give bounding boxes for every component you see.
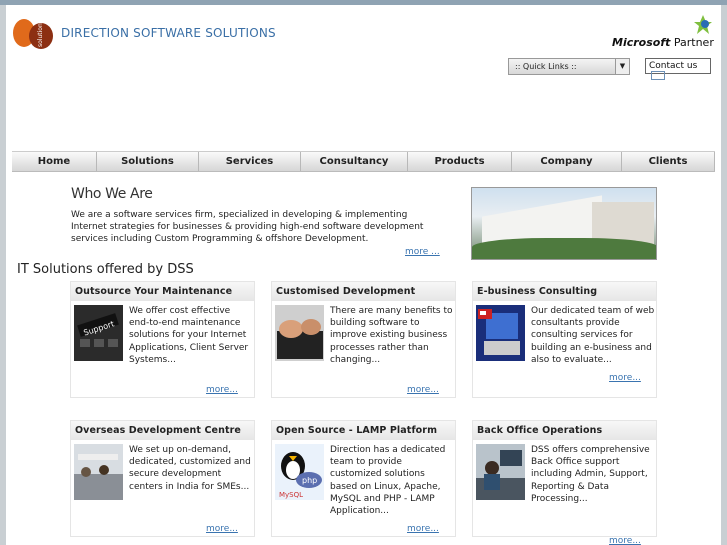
service-card: E-business Consulting Our dedicated team …: [472, 281, 657, 398]
nav-item-products[interactable]: Products: [408, 152, 512, 171]
quick-links-select[interactable]: :: Quick Links :: ▼: [508, 58, 630, 75]
card-title[interactable]: Open Source - LAMP Platform: [272, 421, 455, 440]
computer-flag-icon: [476, 305, 525, 361]
nav-item-company[interactable]: Company: [512, 152, 622, 171]
svg-text:php: php: [302, 476, 317, 485]
envelope-icon: [651, 71, 665, 80]
card-text: DSS offers comprehensive Back Office sup…: [531, 445, 650, 504]
left-frame: [0, 5, 6, 545]
card-text: We set up on-demand, dedicated, customiz…: [129, 445, 251, 492]
who-we-are-text: We are a software services firm, special…: [71, 210, 424, 244]
nav-item-consultancy[interactable]: Consultancy: [301, 152, 408, 171]
logo-text: solutions: [37, 20, 44, 47]
section-title: IT Solutions offered by DSS: [17, 262, 194, 277]
main-nav: Home Solutions Services Consultancy Products…: [12, 151, 715, 172]
card-text: We offer cost effective end-to-end maint…: [129, 306, 249, 365]
card-more-link[interactable]: more...: [609, 536, 641, 545]
service-card: Customised Development There are many ben…: [271, 281, 456, 398]
service-card: Outsource Your Maintenance Support We offe…: [70, 281, 255, 398]
service-card: Back Office Operations DSS offers compreh…: [472, 420, 657, 545]
card-more-link[interactable]: more...: [609, 373, 641, 383]
card-more-link[interactable]: more...: [407, 524, 439, 534]
typing-hands-icon: [275, 305, 324, 361]
support-keyboard-icon: Support: [74, 305, 123, 361]
back-office-workers-icon: [476, 444, 525, 500]
card-text: Direction has a dedicated team to provid…: [330, 445, 446, 517]
nav-item-solutions[interactable]: Solutions: [97, 152, 199, 171]
nav-item-services[interactable]: Services: [199, 152, 301, 171]
who-we-are-title: Who We Are: [71, 186, 153, 202]
brand-name: DIRECTION SOFTWARE SOLUTIONS: [61, 26, 276, 40]
linux-php-icon: php MySQL: [275, 444, 324, 500]
contact-us-button[interactable]: Contact us: [645, 58, 711, 80]
dropdown-arrow-icon: ▼: [615, 59, 629, 74]
right-frame: [721, 5, 727, 545]
microsoft-partner-label: Microsoft Partner: [612, 36, 714, 49]
card-title[interactable]: E-business Consulting: [473, 282, 656, 301]
card-title[interactable]: Customised Development: [272, 282, 455, 301]
who-we-are-more-link[interactable]: more ...: [405, 247, 440, 257]
office-building-image: [471, 187, 657, 260]
card-text: Our dedicated team of web consultants pr…: [531, 306, 655, 365]
office-team-icon: [74, 444, 123, 500]
card-more-link[interactable]: more...: [206, 385, 238, 395]
card-title[interactable]: Overseas Development Centre: [71, 421, 254, 440]
card-more-link[interactable]: more...: [407, 385, 439, 395]
card-title[interactable]: Outsource Your Maintenance: [71, 282, 254, 301]
service-card: Overseas Development Centre We set up on-…: [70, 420, 255, 537]
microsoft-partner-icon: [694, 15, 712, 34]
card-title[interactable]: Back Office Operations: [473, 421, 656, 440]
card-text: There are many benefits to building soft…: [330, 306, 453, 365]
nav-item-clients[interactable]: Clients: [622, 152, 715, 171]
card-more-link[interactable]: more...: [206, 524, 238, 534]
top-border: [0, 0, 727, 5]
svg-text:MySQL: MySQL: [279, 491, 303, 499]
nav-item-home[interactable]: Home: [12, 152, 97, 171]
service-card: Open Source - LAMP Platform php MySQL Direc…: [271, 420, 456, 537]
dss-logo[interactable]: solutions: [13, 13, 53, 49]
